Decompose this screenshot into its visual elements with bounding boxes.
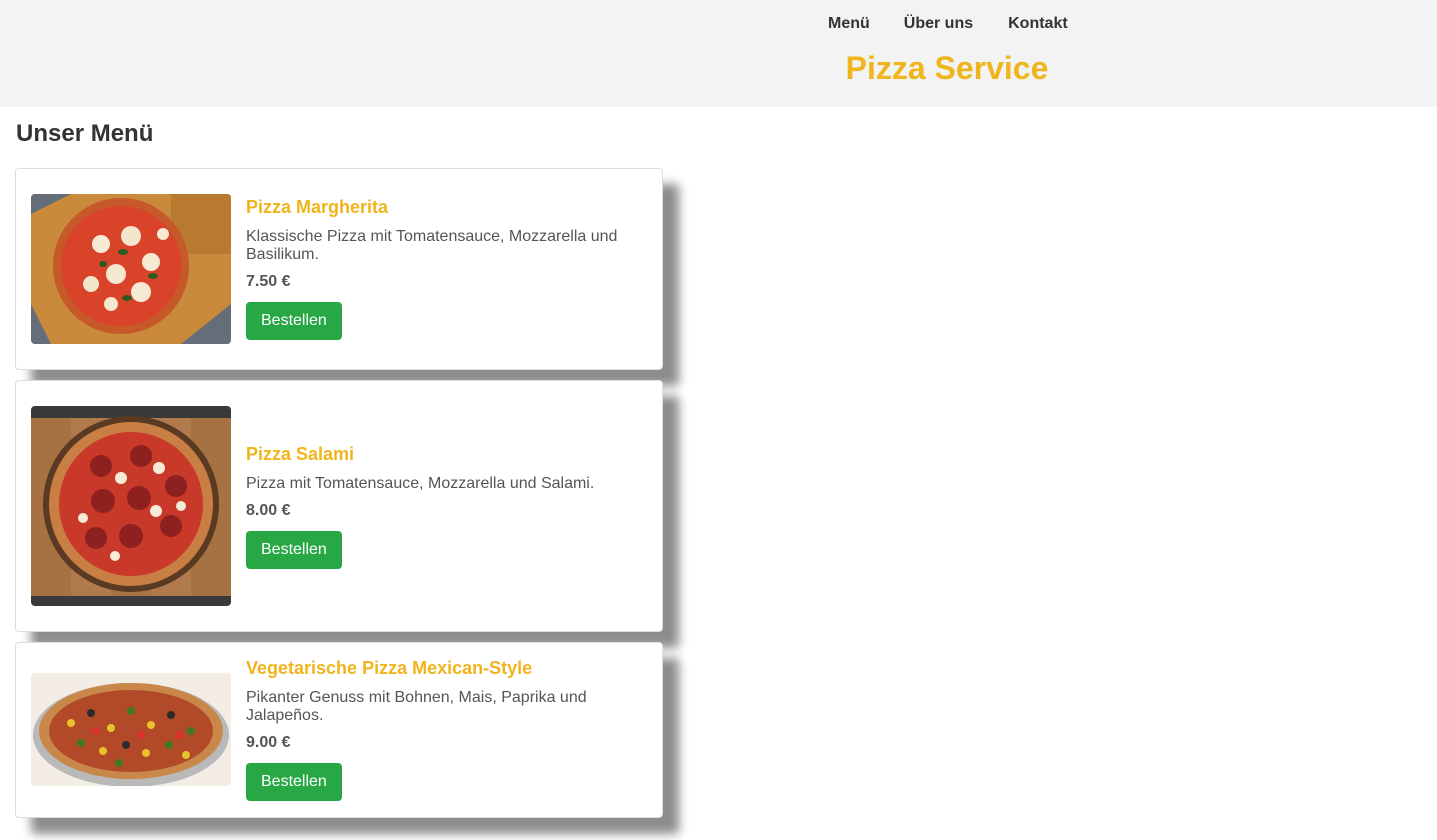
pizza-mexican-photo bbox=[31, 673, 231, 786]
menu-item-description: Pikanter Genuss mit Bohnen, Mais, Paprik… bbox=[246, 689, 587, 724]
menu-item-name: Vegetarische Pizza Mexican-Style bbox=[246, 658, 533, 678]
site-header: Menü Über uns Kontakt Pizza Service bbox=[0, 0, 1437, 107]
main-nav: Menü Über uns Kontakt bbox=[828, 14, 1068, 34]
order-button[interactable]: Bestellen bbox=[246, 763, 342, 801]
nav-link-about[interactable]: Über uns bbox=[904, 14, 973, 34]
order-button[interactable]: Bestellen bbox=[246, 531, 342, 569]
menu-item-name: Pizza Salami bbox=[246, 444, 355, 464]
site-title: Pizza Service bbox=[845, 50, 1049, 86]
menu-item-card: Pizza Margherita Klassische Pizza mit To… bbox=[15, 168, 663, 370]
menu-item-name: Pizza Margherita bbox=[246, 197, 389, 217]
pizza-margherita-photo bbox=[31, 194, 231, 344]
pizza-salami-photo bbox=[31, 406, 231, 606]
order-button[interactable]: Bestellen bbox=[246, 302, 342, 340]
menu-item-info: Pizza Margherita Klassische Pizza mit To… bbox=[246, 196, 642, 340]
menu-item-info: Pizza Salami Pizza mit Tomatensauce, Moz… bbox=[246, 443, 642, 569]
nav-link-menu[interactable]: Menü bbox=[828, 14, 870, 34]
menu-section-title: Unser Menü bbox=[16, 120, 154, 147]
menu-item-description: Pizza mit Tomatensauce, Mozzarella und S… bbox=[246, 475, 595, 492]
menu-item-description: Klassische Pizza mit Tomatensauce, Mozza… bbox=[246, 228, 618, 263]
menu-item-card: Vegetarische Pizza Mexican-Style Pikante… bbox=[15, 642, 663, 818]
menu-item-price: 7.50 € bbox=[246, 273, 291, 290]
menu-item-info: Vegetarische Pizza Mexican-Style Pikante… bbox=[246, 657, 642, 801]
menu-item-card: Pizza Salami Pizza mit Tomatensauce, Moz… bbox=[15, 380, 663, 632]
nav-link-contact[interactable]: Kontakt bbox=[1008, 14, 1068, 34]
menu-item-price: 9.00 € bbox=[246, 734, 291, 751]
menu-item-price: 8.00 € bbox=[246, 502, 291, 519]
